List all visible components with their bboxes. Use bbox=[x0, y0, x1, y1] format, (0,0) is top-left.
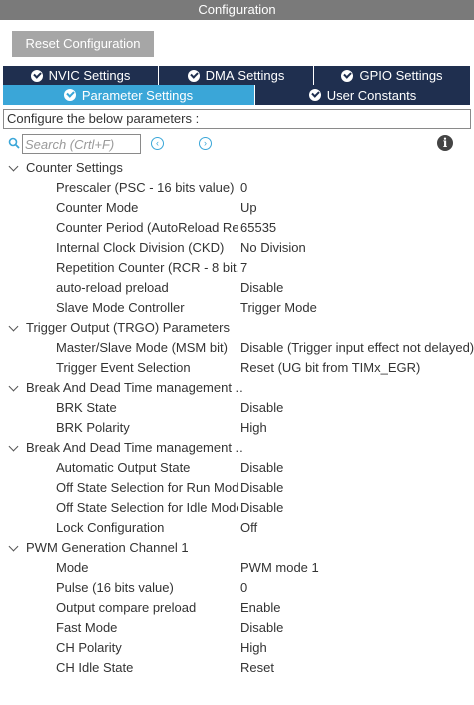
tab-dma-settings[interactable]: DMA Settings bbox=[159, 66, 314, 85]
param-row[interactable]: CH Polarity High bbox=[0, 638, 474, 658]
parameter-tree: Counter Settings Prescaler (PSC - 16 bit… bbox=[0, 158, 474, 678]
search-icon bbox=[8, 137, 20, 149]
param-row[interactable]: BRK Polarity High bbox=[0, 418, 474, 438]
param-row[interactable]: Lock Configuration Off bbox=[0, 518, 474, 538]
tab-parameter-settings[interactable]: Parameter Settings bbox=[3, 85, 255, 105]
tab-label: NVIC Settings bbox=[48, 68, 131, 83]
param-row[interactable]: Counter Period (AutoReload Re. 65535 bbox=[0, 218, 474, 238]
previous-result-icon[interactable]: ‹ bbox=[151, 137, 164, 150]
search-row: ‹ › i bbox=[8, 134, 474, 154]
param-row[interactable]: Master/Slave Mode (MSM bit) Disable (Trig… bbox=[0, 338, 474, 358]
check-circle-icon bbox=[187, 69, 200, 82]
param-row[interactable]: Fast Mode Disable bbox=[0, 618, 474, 638]
group-pwm-channel-1[interactable]: PWM Generation Channel 1 bbox=[0, 538, 474, 558]
check-circle-icon bbox=[63, 89, 76, 101]
next-result-icon[interactable]: › bbox=[199, 137, 212, 150]
group-counter-settings[interactable]: Counter Settings bbox=[0, 158, 474, 178]
tab-label: GPIO Settings bbox=[359, 68, 443, 83]
check-circle-icon bbox=[341, 69, 354, 82]
check-circle-icon bbox=[30, 69, 43, 82]
param-row[interactable]: Output compare preload Enable bbox=[0, 598, 474, 618]
param-row[interactable]: Off State Selection for Idle Mode.. Disab… bbox=[0, 498, 474, 518]
chevron-down-icon[interactable] bbox=[8, 381, 19, 392]
tab-user-constants[interactable]: User Constants bbox=[255, 85, 471, 105]
param-row[interactable]: Automatic Output State Disable bbox=[0, 458, 474, 478]
search-input[interactable] bbox=[22, 134, 141, 154]
param-row[interactable]: BRK State Disable bbox=[0, 398, 474, 418]
param-row[interactable]: CH Idle State Reset bbox=[0, 658, 474, 678]
check-circle-icon bbox=[308, 89, 321, 101]
param-row[interactable]: Pulse (16 bits value) 0 bbox=[0, 578, 474, 598]
tab-label: User Constants bbox=[326, 87, 417, 103]
info-icon[interactable]: i bbox=[437, 135, 453, 151]
chevron-down-icon[interactable] bbox=[8, 541, 19, 552]
tab-gpio-settings[interactable]: GPIO Settings bbox=[314, 66, 471, 85]
reset-configuration-button[interactable]: Reset Configuration bbox=[12, 31, 154, 57]
param-row[interactable]: auto-reload preload Disable bbox=[0, 278, 474, 298]
tab-label: Parameter Settings bbox=[81, 87, 194, 103]
chevron-down-icon[interactable] bbox=[8, 441, 19, 452]
chevron-down-icon[interactable] bbox=[8, 161, 19, 172]
param-row[interactable]: Counter Mode Up bbox=[0, 198, 474, 218]
group-break-dead-time-1[interactable]: Break And Dead Time management .. bbox=[0, 378, 474, 398]
param-row[interactable]: Mode PWM mode 1 bbox=[0, 558, 474, 578]
param-row[interactable]: Off State Selection for Run Mod.. Disable bbox=[0, 478, 474, 498]
window-title: Configuration bbox=[0, 0, 474, 20]
param-row[interactable]: Slave Mode Controller Trigger Mode bbox=[0, 298, 474, 318]
param-row[interactable]: Repetition Counter (RCR - 8 bit... 7 bbox=[0, 258, 474, 278]
group-trigger-output[interactable]: Trigger Output (TRGO) Parameters bbox=[0, 318, 474, 338]
chevron-down-icon[interactable] bbox=[8, 321, 19, 332]
tab-label: DMA Settings bbox=[205, 68, 285, 83]
param-row[interactable]: Prescaler (PSC - 16 bits value) 0 bbox=[0, 178, 474, 198]
configure-hint: Configure the below parameters : bbox=[3, 109, 471, 129]
param-row[interactable]: Internal Clock Division (CKD) No Division bbox=[0, 238, 474, 258]
param-row[interactable]: Trigger Event Selection Reset (UG bit fro… bbox=[0, 358, 474, 378]
group-break-dead-time-2[interactable]: Break And Dead Time management .. bbox=[0, 438, 474, 458]
tab-nvic-settings[interactable]: NVIC Settings bbox=[3, 66, 159, 85]
